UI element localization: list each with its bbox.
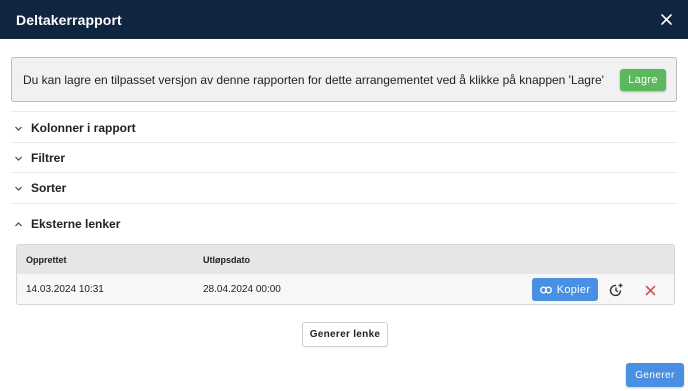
column-header-expires: Utløpsdato: [203, 255, 250, 265]
save-info-message: Du kan lagre en tilpasset versjon av den…: [23, 72, 604, 87]
section-external-links[interactable]: Eksterne lenker: [0, 209, 688, 239]
table-header: Opprettet Utløpsdato: [17, 245, 674, 274]
generate-button[interactable]: Generer: [626, 363, 684, 387]
chevron-down-icon: [14, 184, 23, 193]
created-cell: 14.03.2024 10:31: [26, 284, 104, 295]
copy-link-button[interactable]: Kopier: [532, 278, 598, 301]
chevron-down-icon: [14, 124, 23, 133]
divider: [10, 203, 678, 204]
section-label: Sorter: [31, 181, 67, 195]
section-sort[interactable]: Sorter: [0, 173, 688, 203]
x-icon[interactable]: [640, 280, 660, 300]
dialog-title: Deltakerrapport: [16, 11, 122, 28]
save-info-banner: Du kan lagre en tilpasset versjon av den…: [11, 57, 677, 102]
external-links-table: Opprettet Utløpsdato 14.03.2024 10:31 28…: [16, 244, 675, 305]
generate-link-button[interactable]: Generer lenke: [302, 322, 388, 347]
section-columns[interactable]: Kolonner i rapport: [0, 113, 688, 143]
link-icon: [539, 286, 552, 294]
copy-label: Kopier: [556, 283, 591, 296]
expires-cell: 28.04.2024 00:00: [203, 284, 281, 295]
chevron-up-icon: [14, 220, 23, 229]
column-header-created: Opprettet: [26, 255, 67, 265]
chevron-down-icon: [14, 154, 23, 163]
close-icon[interactable]: [656, 9, 676, 29]
clock-plus-icon[interactable]: [606, 280, 626, 300]
section-label: Eksterne lenker: [31, 217, 121, 231]
dialog-header: Deltakerrapport: [0, 0, 688, 39]
section-label: Kolonner i rapport: [31, 121, 136, 135]
save-button[interactable]: Lagre: [620, 69, 666, 91]
table-row: 14.03.2024 10:31 28.04.2024 00:00 Kopier: [17, 274, 674, 304]
divider: [10, 111, 678, 112]
section-filter[interactable]: Filtrer: [0, 143, 688, 173]
section-label: Filtrer: [31, 151, 66, 165]
